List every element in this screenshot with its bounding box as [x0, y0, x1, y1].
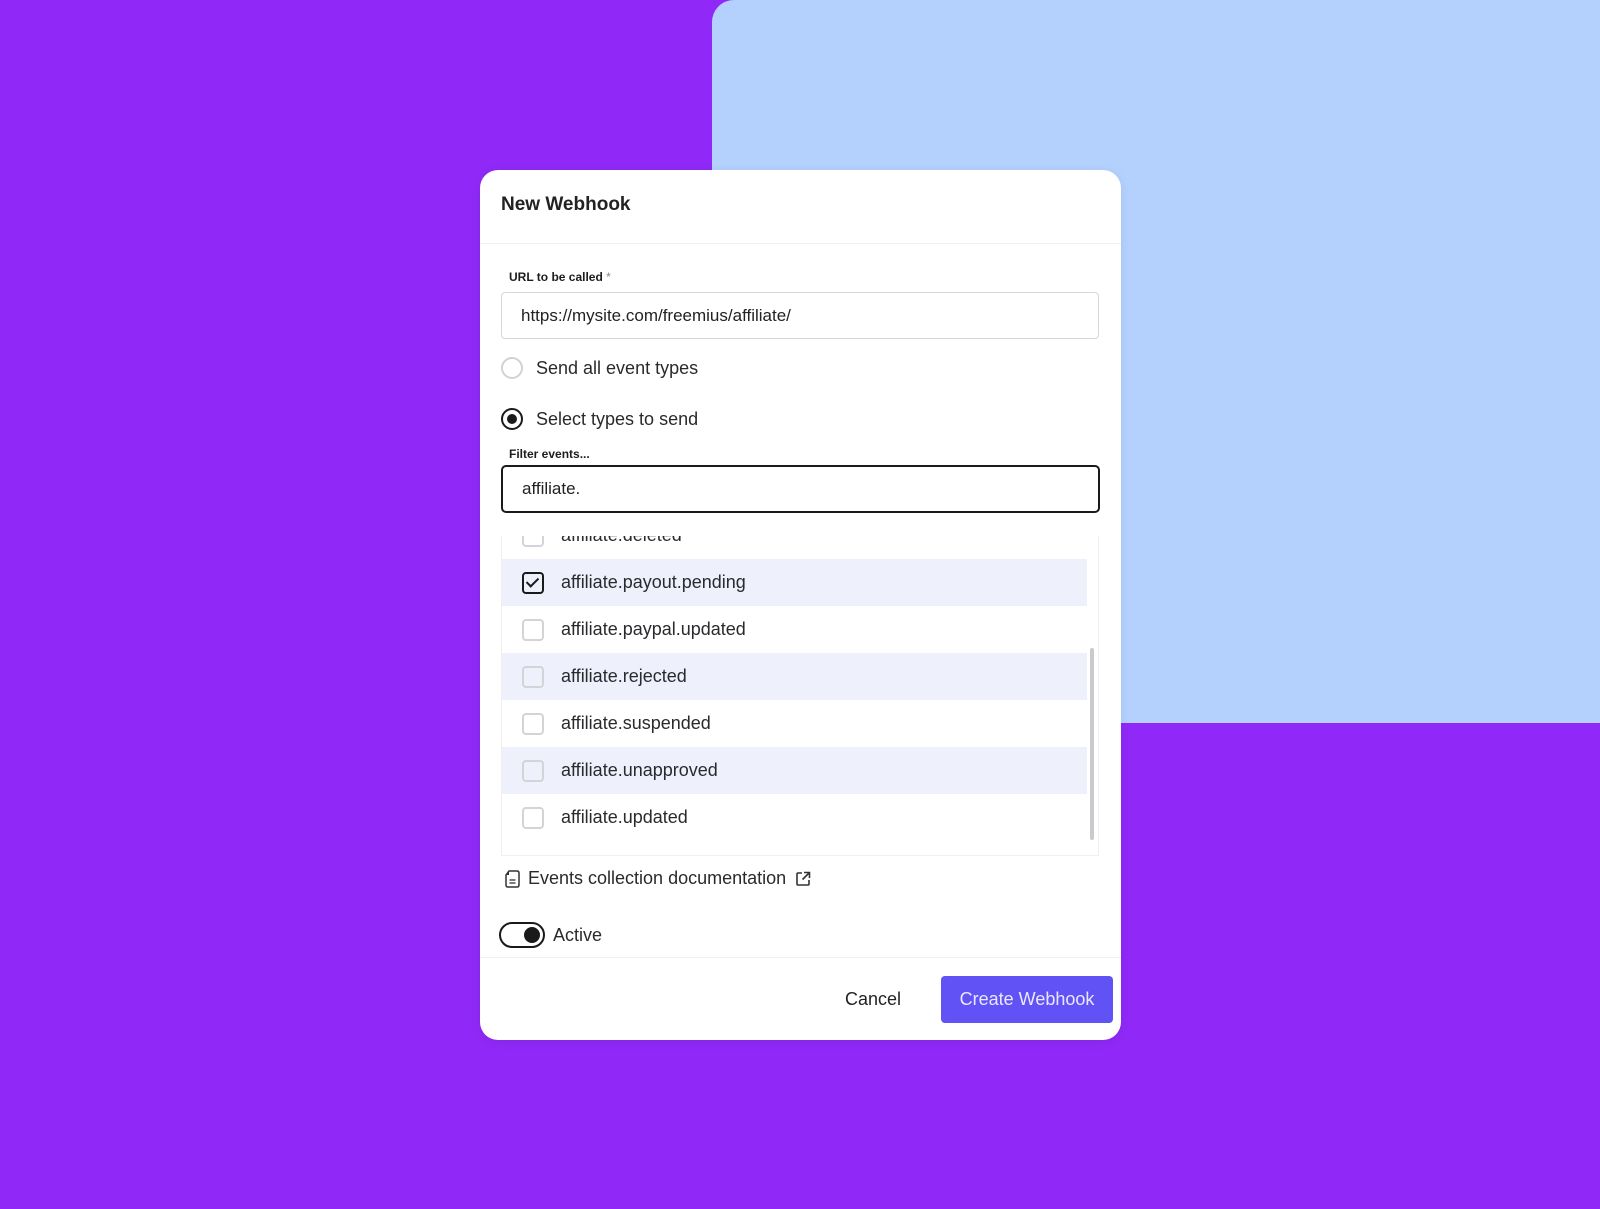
- checkbox[interactable]: [522, 759, 544, 782]
- filter-events-input[interactable]: affiliate.: [501, 465, 1100, 513]
- cancel-button[interactable]: Cancel: [839, 988, 907, 1011]
- event-label: affiliate.unapproved: [561, 760, 718, 780]
- radio-checked-icon[interactable]: [501, 408, 523, 430]
- radio-send-all[interactable]: Send all event types: [501, 357, 698, 379]
- doc-link-label[interactable]: Events collection documentation: [528, 868, 786, 889]
- event-label: affiliate.deleted: [561, 536, 682, 546]
- url-input-value: https://mysite.com/freemius/affiliate/: [521, 305, 791, 325]
- dialog-header: New Webhook: [480, 170, 1121, 244]
- list-item[interactable]: affiliate.paypal.updated: [502, 606, 1087, 653]
- toggle-knob: [524, 926, 540, 943]
- url-input[interactable]: https://mysite.com/freemius/affiliate/: [501, 292, 1099, 339]
- event-label: affiliate.payout.pending: [561, 572, 746, 592]
- url-label-text: URL to be called: [509, 270, 603, 284]
- dialog-footer: Cancel Create Webhook: [480, 957, 1121, 1040]
- radio-select-types[interactable]: Select types to send: [501, 408, 698, 430]
- scrollbar[interactable]: [1090, 536, 1095, 855]
- url-field-label: URL to be called *: [509, 270, 611, 284]
- checkbox[interactable]: [522, 806, 544, 829]
- checkbox[interactable]: [522, 665, 544, 688]
- required-marker: *: [606, 270, 611, 284]
- filter-label: Filter events...: [509, 447, 590, 461]
- event-list[interactable]: affiliate.deleted affiliate.payout.pendi…: [501, 536, 1099, 856]
- list-item[interactable]: affiliate.unapproved: [502, 747, 1087, 794]
- list-item[interactable]: affiliate.payout.pending: [502, 559, 1087, 606]
- events-documentation-link[interactable]: Events collection documentation: [504, 868, 812, 889]
- filter-input-value: affiliate.: [522, 479, 581, 498]
- radio-select-types-label: Select types to send: [536, 408, 699, 429]
- checkbox[interactable]: [522, 536, 544, 547]
- scrollbar-thumb[interactable]: [1090, 648, 1094, 840]
- active-toggle-label: Active: [553, 924, 603, 945]
- checkbox-checked[interactable]: [522, 571, 544, 594]
- create-webhook-button[interactable]: Create Webhook: [941, 975, 1113, 1023]
- radio-unchecked-icon[interactable]: [501, 357, 523, 379]
- active-toggle[interactable]: [499, 922, 545, 948]
- event-label: affiliate.paypal.updated: [561, 619, 746, 639]
- radio-send-all-label: Send all event types: [536, 357, 699, 378]
- list-item[interactable]: affiliate.updated: [502, 794, 1087, 841]
- active-toggle-row[interactable]: Active: [499, 922, 602, 948]
- new-webhook-dialog: New Webhook URL to be called * https://m…: [480, 170, 1121, 1040]
- list-item[interactable]: affiliate.suspended: [502, 700, 1087, 747]
- dialog-title: New Webhook: [501, 194, 631, 215]
- checkbox[interactable]: [522, 712, 544, 735]
- checkbox[interactable]: [522, 618, 544, 641]
- list-item[interactable]: affiliate.deleted: [502, 536, 1087, 559]
- event-label: affiliate.suspended: [561, 713, 711, 733]
- event-label: affiliate.rejected: [561, 666, 687, 686]
- list-item[interactable]: affiliate.rejected: [502, 653, 1087, 700]
- document-icon: [505, 869, 520, 888]
- event-label: affiliate.updated: [561, 807, 688, 827]
- external-link-icon[interactable]: [794, 870, 812, 888]
